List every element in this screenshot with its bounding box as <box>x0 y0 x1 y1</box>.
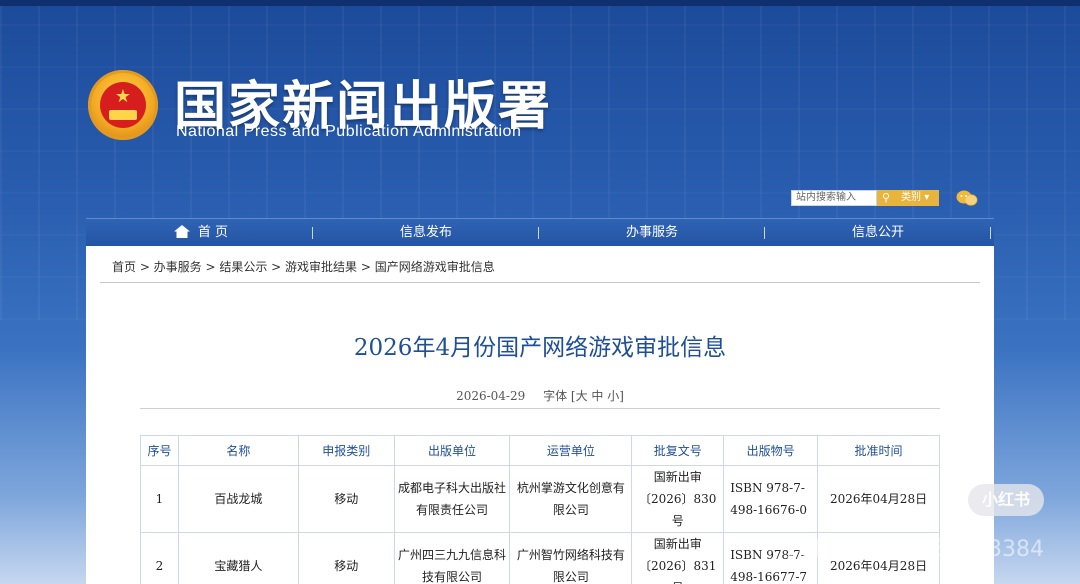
nav-separator <box>990 227 991 239</box>
watermark-text: 小红书号：95834833384 <box>780 537 1044 562</box>
column-header: 序号 <box>140 435 179 466</box>
article-meta: 2026-04-29 字体 [大 中 小] <box>86 387 994 404</box>
wechat-icon[interactable] <box>956 189 978 207</box>
meta-divider <box>140 408 940 409</box>
site-subtitle: National Press and Publication Administr… <box>176 123 522 140</box>
nav-item-info-release[interactable]: 信息发布 <box>351 219 501 247</box>
cell-name: 百战龙城 <box>177 465 299 533</box>
search-button[interactable]: ⚲ <box>877 190 895 206</box>
top-stripe <box>0 0 1080 6</box>
nav-separator <box>764 227 765 239</box>
publish-date: 2026-04-29 <box>456 389 526 403</box>
cell-name: 宝藏猎人 <box>177 532 299 584</box>
table-row: 1 百战龙城 移动 成都电子科大出版社有限责任公司 杭州掌游文化创意有限公司 国… <box>140 465 940 533</box>
cell-category: 移动 <box>297 465 395 533</box>
column-header: 批准时间 <box>817 435 940 466</box>
cell-operator: 广州智竹网络科技有限公司 <box>509 532 633 584</box>
font-size-label: 字体 <box>543 389 568 403</box>
cell-approval-no: 国新出审〔2026〕831号 <box>631 532 725 584</box>
search-icon: ⚲ <box>881 191 891 204</box>
cell-publisher: 成都电子科大出版社有限责任公司 <box>393 465 511 533</box>
category-dropdown[interactable]: 类别 ▾ <box>895 190 939 206</box>
cell-date: 2026年04月28日 <box>817 465 940 533</box>
font-size-switch[interactable]: [大 中 小] <box>571 389 624 403</box>
breadcrumb-divider <box>100 282 980 283</box>
cell-no: 2 <box>140 532 179 584</box>
search-input[interactable]: 站内搜索输入 <box>791 190 877 206</box>
table-header-row: 序号 名称 申报类别 出版单位 运营单位 批复文号 出版物号 批准时间 <box>140 435 940 466</box>
nav-label-home: 首 页 <box>197 225 229 240</box>
nav-item-info-disclosure[interactable]: 信息公开 <box>803 219 953 247</box>
nav-item-home[interactable]: 首 页 <box>126 219 276 247</box>
column-header: 运营单位 <box>509 435 633 466</box>
main-nav: 首 页 信息发布 办事服务 信息公开 <box>86 218 994 246</box>
nav-separator <box>312 227 313 239</box>
column-header: 申报类别 <box>297 435 395 466</box>
cell-isbn: ISBN 978-7-498-16676-0 <box>723 465 819 533</box>
chevron-down-icon: ▾ <box>924 192 930 203</box>
column-header: 名称 <box>177 435 299 466</box>
cell-operator: 杭州掌游文化创意有限公司 <box>509 465 633 533</box>
nav-item-services[interactable]: 办事服务 <box>577 219 727 247</box>
cell-approval-no: 国新出审〔2026〕830号 <box>631 465 725 533</box>
nav-separator <box>538 227 539 239</box>
watermark-badge: 小红书 <box>968 484 1044 516</box>
national-emblem-icon: ★ <box>88 70 158 140</box>
page-title: 2026年4月份国产网络游戏审批信息 <box>353 335 727 361</box>
column-header: 出版单位 <box>393 435 511 466</box>
cell-publisher: 广州四三九九信息科技有限公司 <box>393 532 511 584</box>
category-label: 类别 <box>901 192 921 203</box>
column-header: 批复文号 <box>631 435 725 466</box>
column-header: 出版物号 <box>723 435 819 466</box>
home-icon <box>173 224 190 238</box>
cell-category: 移动 <box>297 532 395 584</box>
cell-no: 1 <box>140 465 179 533</box>
breadcrumb[interactable]: 首页 > 办事服务 > 结果公示 > 游戏审批结果 > 国产网络游戏审批信息 <box>112 258 495 275</box>
